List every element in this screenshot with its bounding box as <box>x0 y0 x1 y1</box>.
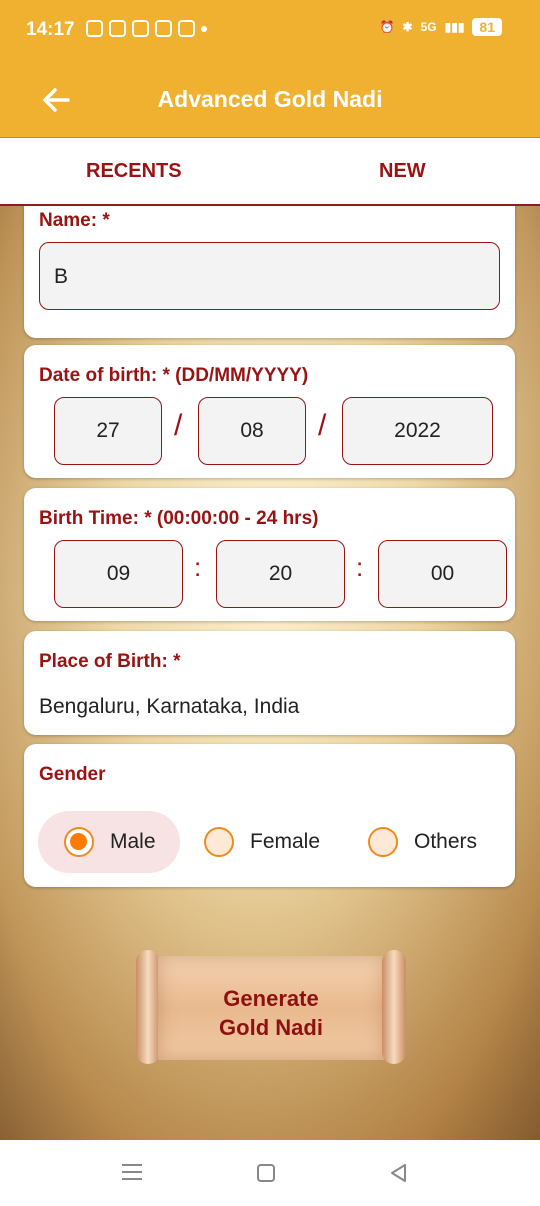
dob-month-input[interactable]: 08 <box>198 397 306 465</box>
more-dot-icon <box>201 25 207 32</box>
radio-icon[interactable] <box>204 827 234 857</box>
place-input[interactable]: Bengaluru, Karnataka, India <box>39 695 299 719</box>
generate-gold-nadi-button[interactable]: Generate Gold Nadi <box>136 950 406 1070</box>
recents-nav-icon[interactable] <box>122 1164 142 1180</box>
scroll-roll-right <box>382 950 406 1064</box>
generate-line2: Gold Nadi <box>219 1015 323 1040</box>
gender-option-label: Male <box>110 830 156 853</box>
gender-option-label: Others <box>414 830 478 853</box>
form-area[interactable]: Name: * B Date of birth: * (DD/MM/YYYY) … <box>0 206 540 1140</box>
tab-recents[interactable]: RECENTS <box>86 160 182 183</box>
time-separator: : <box>194 552 202 582</box>
app-icon <box>109 20 126 37</box>
gender-option-others[interactable]: Others <box>368 811 477 873</box>
gallery-icon <box>155 20 172 37</box>
dob-separator: / <box>174 409 183 442</box>
status-time: 14:17 <box>26 19 75 40</box>
signal-icon: ▮▮▮ <box>444 20 465 34</box>
app-icon <box>178 20 195 37</box>
dob-card: Date of birth: * (DD/MM/YYYY) 27 / 08 / … <box>24 345 515 478</box>
dob-label: Date of birth: * (DD/MM/YYYY) <box>39 365 309 386</box>
radio-selected-icon[interactable] <box>64 827 94 857</box>
dob-day-input[interactable]: 27 <box>54 397 162 465</box>
alarm-icon: ⏰ <box>379 20 395 34</box>
app-bar: Advanced Gold Nadi <box>0 62 540 138</box>
name-input[interactable]: B <box>39 242 500 310</box>
gender-option-male[interactable]: Male <box>38 811 180 873</box>
notification-icons <box>86 20 207 37</box>
dob-year-input[interactable]: 2022 <box>342 397 493 465</box>
gender-card: Gender Male Female Others <box>24 744 515 887</box>
gender-option-female[interactable]: Female <box>204 811 320 873</box>
network-label: 5G <box>420 20 437 34</box>
birth-time-card: Birth Time: * (00:00:00 - 24 hrs) 09 : 2… <box>24 488 515 621</box>
generate-button-label: Generate Gold Nadi <box>158 984 384 1042</box>
place-card: Place of Birth: * Bengaluru, Karnataka, … <box>24 631 515 735</box>
hours-input[interactable]: 09 <box>54 540 183 608</box>
gender-option-label: Female <box>250 830 321 853</box>
name-label: Name: * <box>39 210 110 231</box>
message-icon <box>132 20 149 37</box>
birth-time-label: Birth Time: * (00:00:00 - 24 hrs) <box>39 508 319 529</box>
gender-label: Gender <box>39 764 106 785</box>
time-separator: : <box>356 552 364 582</box>
bluetooth-icon: ✱ <box>402 20 413 34</box>
back-nav-icon[interactable] <box>388 1162 410 1184</box>
scroll-roll-left <box>136 950 160 1064</box>
radio-icon[interactable] <box>368 827 398 857</box>
system-icons: ⏰ ✱ 5G ▮▮▮ 81 <box>380 18 502 36</box>
tab-bar: RECENTS NEW <box>0 138 540 206</box>
system-nav-bar <box>0 1140 540 1206</box>
tab-new[interactable]: NEW <box>379 160 426 183</box>
whatsapp-icon <box>86 20 103 37</box>
status-bar: 14:17 ⏰ ✱ 5G ▮▮▮ 81 <box>0 0 540 62</box>
home-nav-icon[interactable] <box>257 1164 275 1182</box>
seconds-input[interactable]: 00 <box>378 540 507 608</box>
dob-separator: / <box>318 409 327 442</box>
battery-icon: 81 <box>472 18 502 36</box>
place-label: Place of Birth: * <box>39 651 181 672</box>
page-title: Advanced Gold Nadi <box>157 86 383 112</box>
minutes-input[interactable]: 20 <box>216 540 345 608</box>
name-card: Name: * B <box>24 206 515 338</box>
generate-line1: Generate <box>223 986 319 1011</box>
